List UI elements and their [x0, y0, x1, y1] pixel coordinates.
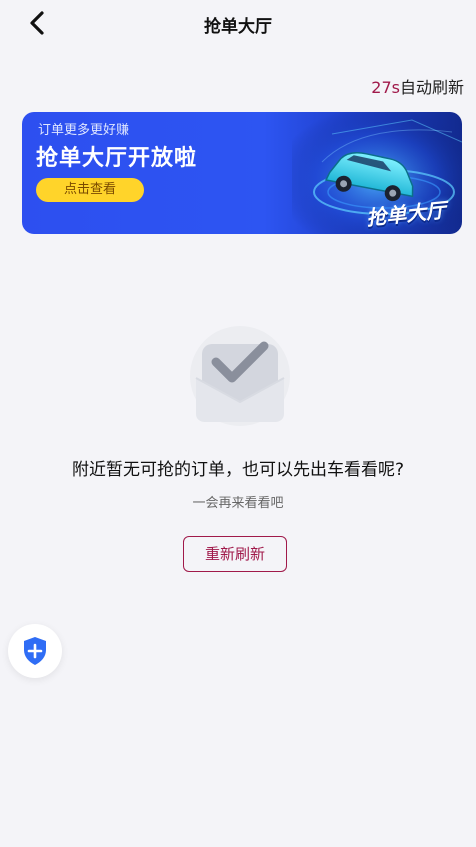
- top-nav-bar: 抢单大厅: [0, 0, 476, 52]
- banner-view-button[interactable]: 点击查看: [36, 178, 144, 202]
- page-title: 抢单大厅: [204, 16, 272, 37]
- empty-state-subtitle: 一会再来看看吧: [192, 496, 284, 511]
- refresh-countdown: 27s: [371, 78, 400, 97]
- banner-subtitle: 订单更多更好赚: [38, 123, 130, 138]
- empty-state-title: 附近暂无可抢的订单，也可以先出车看看呢?: [71, 460, 405, 480]
- safety-shield-button[interactable]: [8, 624, 62, 678]
- back-button[interactable]: [22, 8, 52, 38]
- auto-refresh-status: 27s自动刷新: [371, 74, 464, 98]
- chevron-left-icon[interactable]: [28, 10, 46, 36]
- refresh-button[interactable]: 重新刷新: [183, 536, 287, 572]
- empty-check-icon: [190, 326, 290, 426]
- shield-plus-icon[interactable]: [22, 636, 48, 666]
- banner-title: 抢单大厅开放啦: [36, 146, 198, 171]
- auto-refresh-label: 自动刷新: [399, 78, 464, 97]
- promo-banner[interactable]: 订单更多更好赚 抢单大厅开放啦 点击查看 抢单大厅: [22, 112, 462, 234]
